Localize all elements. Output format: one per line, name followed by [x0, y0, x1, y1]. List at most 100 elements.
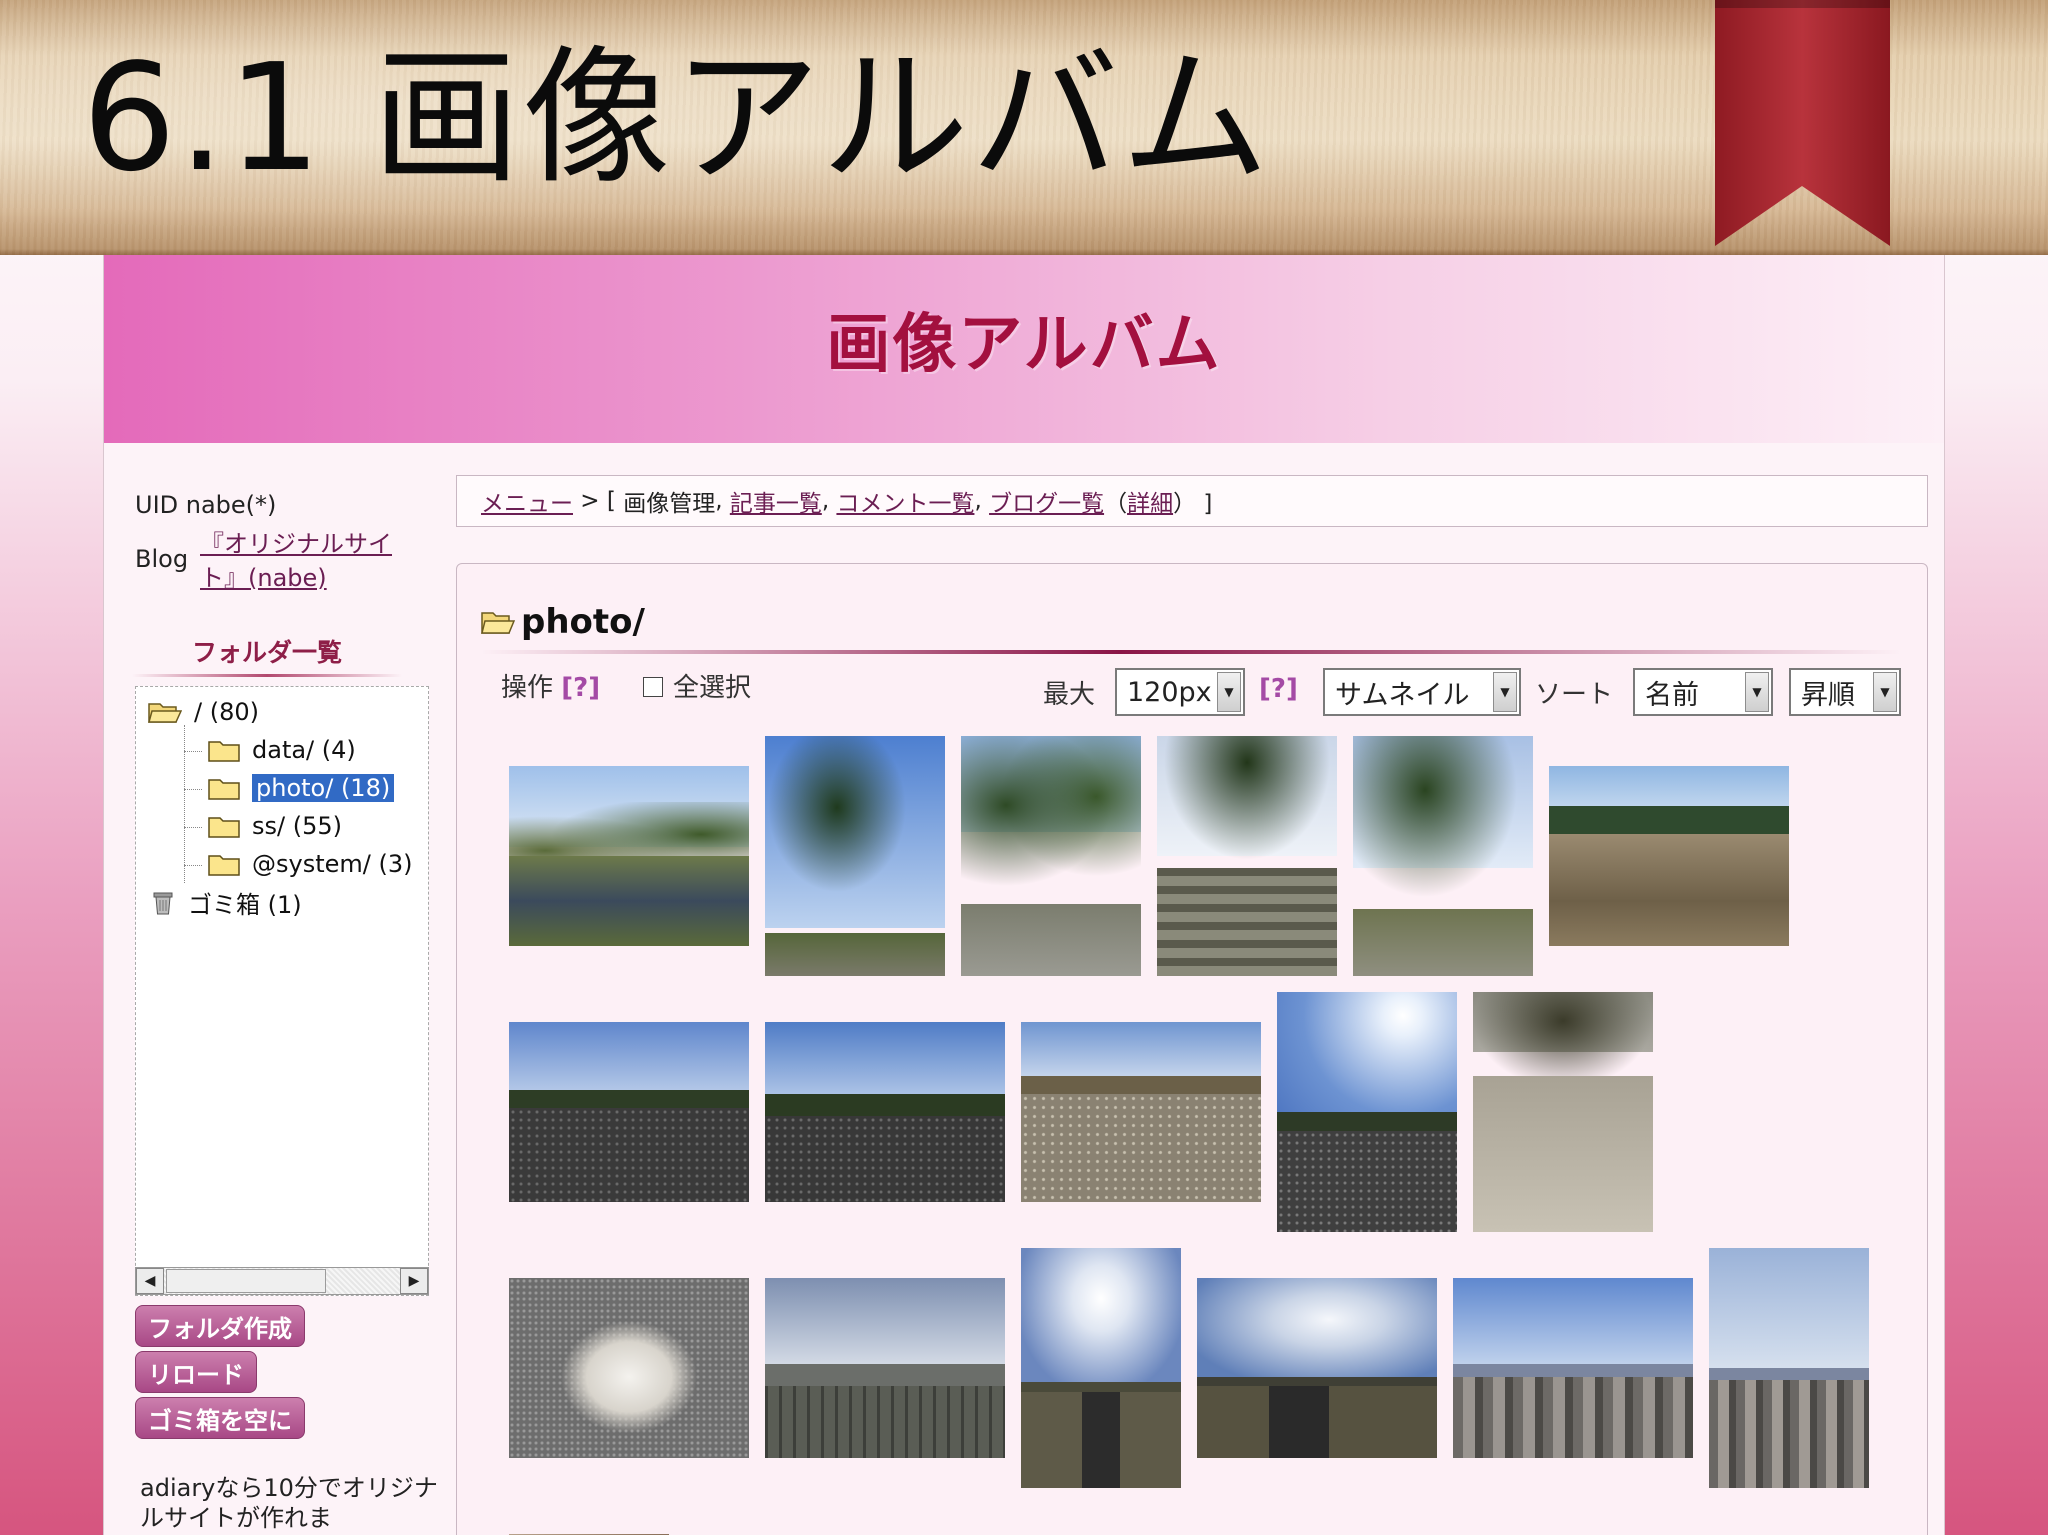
operation-help-link[interactable]: [?]	[561, 673, 600, 703]
breadcrumb-separator: > [	[573, 488, 624, 514]
create-folder-button[interactable]: フォルダ作成	[135, 1305, 305, 1347]
breadcrumb-menu-link[interactable]: メニュー	[481, 484, 573, 518]
folder-tree: / (80) data/ (4) photo/ (18) ss/ (55) @s…	[135, 686, 429, 1296]
sidebar: UID nabe(*) Blog 『オリジナルサイ ト』(nabe) フォルダ一…	[104, 443, 438, 1535]
folder-title: photo/	[481, 602, 645, 642]
folders-heading: フォルダ一覧	[132, 633, 402, 677]
photo-thumbnail[interactable]	[509, 1022, 749, 1202]
folder-open-icon	[481, 612, 515, 634]
folder-icon	[208, 779, 240, 800]
blog-link-line2[interactable]: ト』(nabe)	[200, 564, 327, 592]
breadcrumb-blogs-link[interactable]: ブログ一覧	[989, 484, 1104, 518]
breadcrumb-detail-link[interactable]: 詳細	[1127, 484, 1173, 518]
breadcrumb: メニュー > [ 画像管理 , 記事一覧 , コメント一覧 , ブログ一覧 （ …	[456, 475, 1928, 527]
tree-item-label: data/ (4)	[252, 736, 356, 764]
chevron-down-icon: ▼	[1873, 672, 1897, 712]
scroll-thumb[interactable]	[166, 1269, 326, 1293]
view-mode-select[interactable]: サムネイル ▼	[1323, 668, 1521, 716]
tree-item-label: photo/ (18)	[252, 774, 395, 802]
max-size-label: 最大	[1043, 680, 1096, 710]
blog-link-line1[interactable]: 『オリジナルサイ	[200, 530, 392, 558]
chevron-down-icon: ▼	[1217, 672, 1241, 712]
breadcrumb-current: 画像管理	[623, 491, 716, 517]
breadcrumb-separator: ,	[974, 488, 990, 514]
tree-item-label: @system/ (3)	[252, 850, 413, 878]
reload-button[interactable]: リロード	[135, 1351, 257, 1393]
photo-thumbnail[interactable]	[1157, 736, 1337, 976]
sort-label: ソート	[1535, 680, 1614, 710]
folder-title-text: photo/	[521, 602, 645, 642]
tree-connector	[184, 751, 202, 752]
chevron-down-icon: ▼	[1493, 672, 1517, 712]
photo-thumbnail[interactable]	[509, 1278, 749, 1458]
tree-connector	[184, 725, 185, 883]
tree-item-system[interactable]: @system/ (3)	[208, 849, 412, 879]
slide-header: 6.1 画像アルバム	[0, 0, 2048, 255]
photo-thumbnail[interactable]	[1021, 1248, 1181, 1488]
app-banner: 画像アルバム	[104, 255, 1944, 443]
uid-label: UID nabe(*)	[135, 491, 277, 519]
promo-text: adiaryなら10分でオリジナルサイトが作れま	[140, 1474, 438, 1532]
scroll-right-button[interactable]: ▶	[400, 1268, 428, 1294]
tree-item-data[interactable]: data/ (4)	[208, 735, 356, 765]
folder-open-icon	[148, 703, 182, 723]
scroll-left-button[interactable]: ◀	[136, 1268, 164, 1294]
photo-thumbnail[interactable]	[1453, 1278, 1693, 1458]
photo-thumbnail[interactable]	[1709, 1248, 1869, 1488]
folder-icon	[208, 855, 240, 876]
breadcrumb-articles-link[interactable]: 記事一覧	[730, 484, 822, 518]
max-size-select[interactable]: 120px ▼	[1115, 668, 1245, 716]
size-help-link[interactable]: [?]	[1259, 674, 1298, 704]
photo-thumbnail[interactable]	[1473, 992, 1653, 1232]
sort-order-value: 昇順	[1801, 679, 1855, 711]
photo-thumbnail[interactable]	[1353, 736, 1533, 976]
tree-connector	[184, 827, 202, 828]
photo-thumbnail[interactable]	[1549, 766, 1789, 946]
blog-link[interactable]: 『オリジナルサイ ト』(nabe)	[200, 527, 392, 595]
breadcrumb-comments-link[interactable]: コメント一覧	[836, 484, 974, 518]
trash-icon	[153, 892, 173, 915]
photo-thumbnail[interactable]	[765, 736, 945, 976]
slide-title: 6.1 画像アルバム	[82, 32, 1271, 204]
album-panel: photo/ 操作 [?] 全選択 最大 120px ▼ [?] サムネイル ▼…	[456, 563, 1928, 1535]
select-all-checkbox[interactable]	[643, 677, 663, 697]
photo-thumbnail[interactable]	[765, 1022, 1005, 1202]
select-all-label[interactable]: 全選択	[673, 667, 751, 704]
tree-item-label: ゴミ箱 (1)	[188, 890, 302, 919]
breadcrumb-paren-close: ） ]	[1173, 491, 1213, 517]
tree-item-label: ss/ (55)	[252, 812, 342, 840]
size-help-text[interactable]: [?]	[1259, 674, 1298, 704]
breadcrumb-paren-open: （	[1104, 491, 1128, 517]
tree-horizontal-scrollbar[interactable]: ◀ ▶	[135, 1267, 429, 1295]
tree-item-ss[interactable]: ss/ (55)	[208, 811, 342, 841]
blog-label: Blog	[135, 545, 189, 573]
tree-item-photo[interactable]: photo/ (18)	[208, 773, 395, 803]
image-album-app: 画像アルバム UID nabe(*) Blog 『オリジナルサイ ト』(nabe…	[103, 255, 1945, 1535]
empty-trash-button[interactable]: ゴミ箱を空に	[135, 1397, 305, 1439]
breadcrumb-separator: ,	[821, 488, 837, 514]
tree-connector	[184, 789, 202, 790]
folder-icon	[208, 817, 240, 838]
folder-icon	[208, 741, 240, 762]
bookmark-ribbon-icon	[1715, 0, 1890, 246]
photo-thumbnail[interactable]	[961, 736, 1141, 976]
sort-order-select[interactable]: 昇順 ▼	[1789, 668, 1901, 716]
operation-label: 操作 [?]	[501, 667, 600, 704]
max-size-value: 120px	[1127, 676, 1212, 708]
operation-label-text: 操作	[501, 673, 554, 703]
tree-item-trash[interactable]: ゴミ箱 (1)	[150, 887, 302, 919]
photo-thumbnail[interactable]	[1021, 1022, 1261, 1202]
photo-thumbnail[interactable]	[1197, 1278, 1437, 1458]
sort-key-select[interactable]: 名前 ▼	[1633, 668, 1773, 716]
photo-thumbnail[interactable]	[765, 1278, 1005, 1458]
photo-thumbnail[interactable]	[1277, 992, 1457, 1232]
folder-title-rule	[481, 650, 1901, 654]
sort-key-value: 名前	[1645, 679, 1699, 711]
chevron-down-icon: ▼	[1745, 672, 1769, 712]
tree-item-label: / (80)	[194, 698, 259, 726]
photo-thumbnail[interactable]	[509, 766, 749, 946]
view-mode-value: サムネイル	[1335, 679, 1470, 711]
tree-item-root[interactable]: / (80)	[148, 697, 259, 727]
app-banner-title: 画像アルバム	[826, 308, 1222, 382]
tree-connector	[184, 865, 202, 866]
